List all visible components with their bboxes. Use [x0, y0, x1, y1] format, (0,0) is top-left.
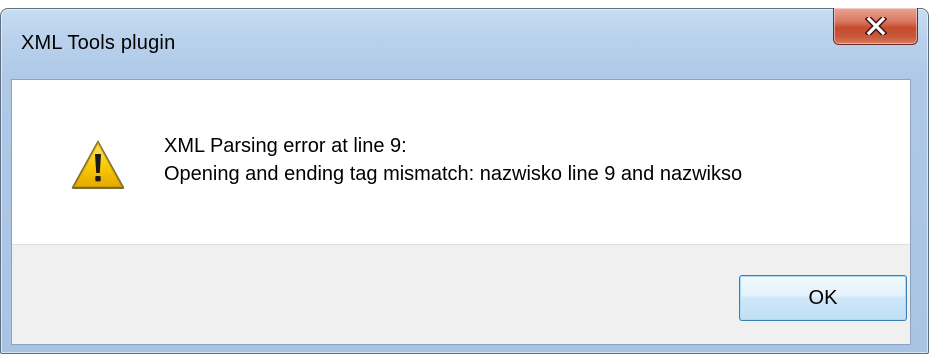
- message-area: XML Parsing error at line 9: Opening and…: [12, 80, 910, 244]
- close-icon: [864, 17, 887, 35]
- dialog-title: XML Tools plugin: [21, 32, 176, 54]
- close-button[interactable]: [833, 8, 918, 45]
- button-bar: OK: [12, 244, 910, 344]
- warning-icon: [70, 138, 126, 190]
- dialog-window: XML Tools plugin XML Parsing error at li…: [0, 8, 929, 354]
- title-bar[interactable]: XML Tools plugin: [1, 8, 928, 77]
- dialog-client-area: XML Parsing error at line 9: Opening and…: [11, 79, 911, 345]
- message-line-1: XML Parsing error at line 9:: [164, 135, 407, 157]
- error-message: XML Parsing error at line 9: Opening and…: [164, 132, 742, 188]
- ok-button[interactable]: OK: [739, 275, 907, 321]
- message-line-2: Opening and ending tag mismatch: nazwisk…: [164, 163, 743, 185]
